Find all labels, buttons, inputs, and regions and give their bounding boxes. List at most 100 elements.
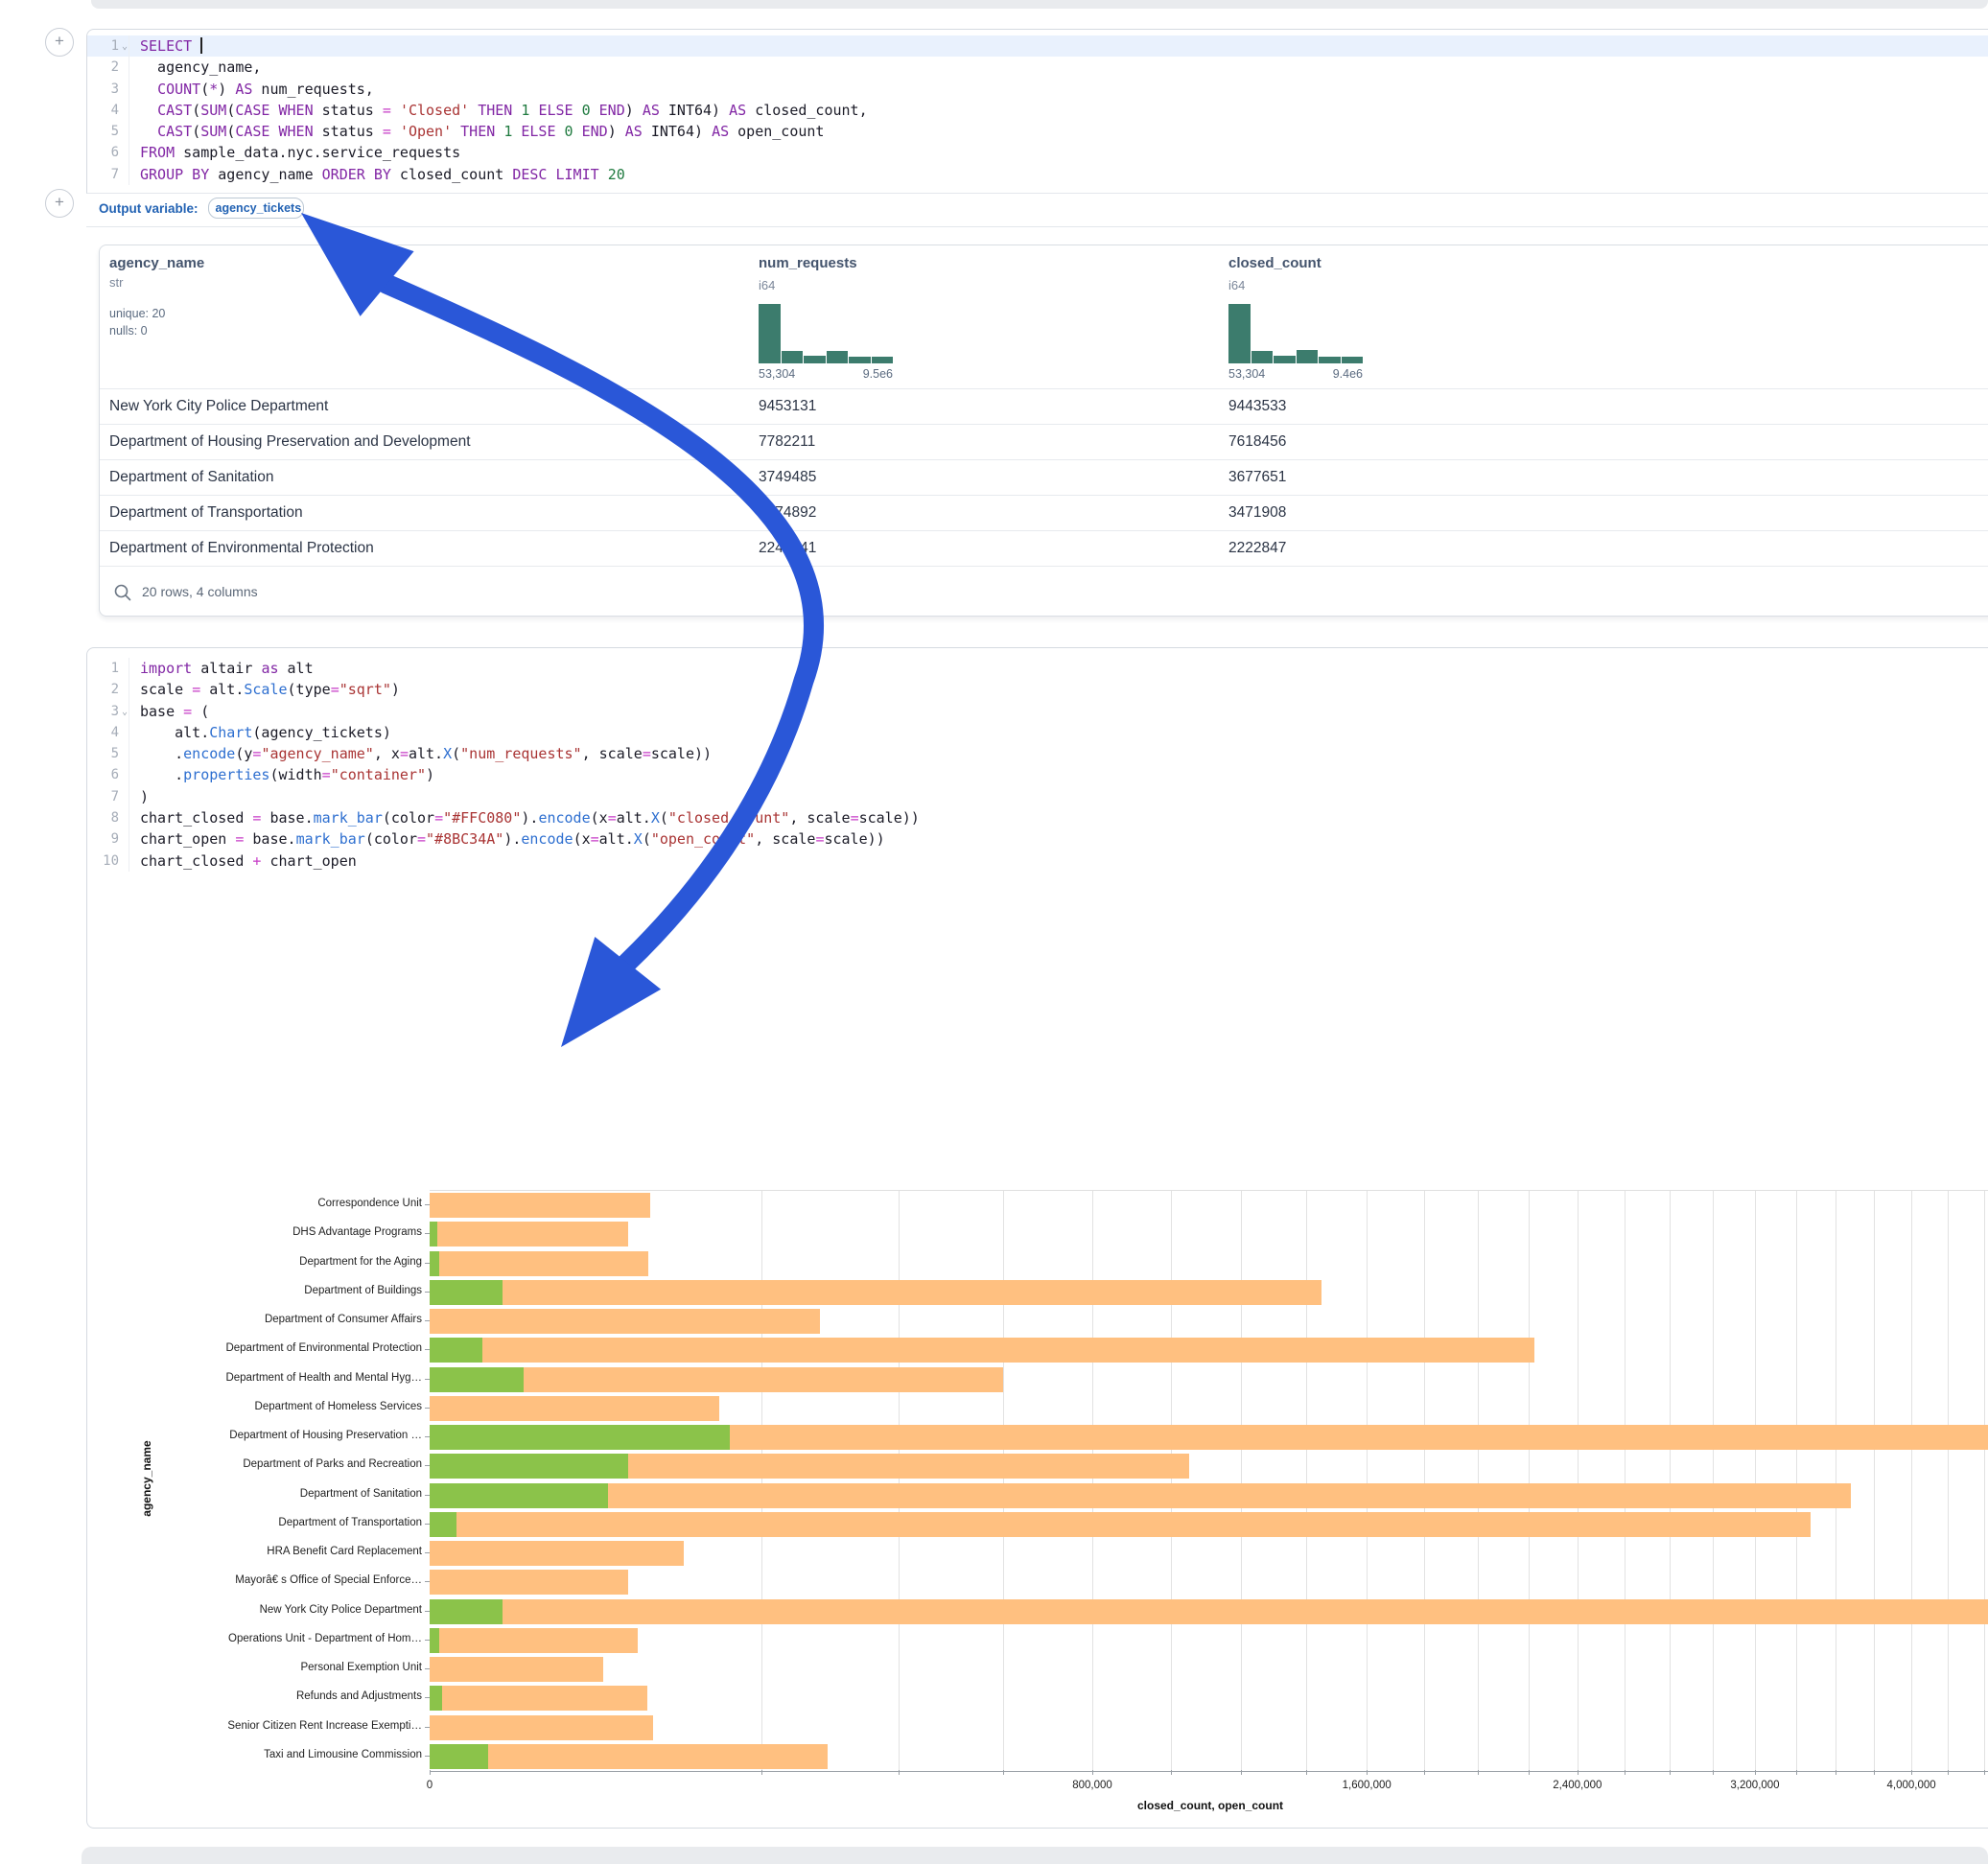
bar-closed-count[interactable] <box>430 1512 1811 1537</box>
cell-closed-count: 9443533 <box>1228 398 1286 415</box>
bar-closed-count[interactable] <box>430 1483 1851 1508</box>
gridline <box>1092 1191 1093 1771</box>
cell-agency-name: Department of Housing Preservation and D… <box>109 433 471 451</box>
bar-closed-count[interactable] <box>430 1628 638 1653</box>
bar-open-count[interactable] <box>430 1280 503 1305</box>
bar-closed-count[interactable] <box>430 1222 628 1247</box>
bar-closed-count[interactable] <box>430 1338 1534 1363</box>
bar-open-count[interactable] <box>430 1222 437 1247</box>
x-tick <box>1796 1770 1797 1775</box>
bar-open-count[interactable] <box>430 1628 439 1653</box>
y-tick <box>425 1320 430 1321</box>
x-tick-label: 1,600,000 <box>1343 1780 1392 1791</box>
y-tick <box>425 1408 430 1409</box>
line-number: 8 <box>87 807 119 828</box>
bar-closed-count[interactable] <box>430 1715 653 1740</box>
bar-closed-count[interactable] <box>430 1541 684 1566</box>
fold-chevron-icon[interactable]: ⌄ <box>122 702 128 723</box>
bar-open-count[interactable] <box>430 1425 730 1450</box>
x-tick <box>1424 1770 1425 1775</box>
code-text: import altair as alt <box>129 658 1988 679</box>
bar-open-count[interactable] <box>430 1367 524 1392</box>
code-line[interactable]: 3⌄base = ( <box>87 701 1988 722</box>
code-line[interactable]: 7) <box>87 786 1988 807</box>
y-tick <box>425 1263 430 1264</box>
bar-closed-count[interactable] <box>430 1657 603 1682</box>
code-line[interactable]: 3 COUNT(*) AS num_requests, <box>87 79 1988 100</box>
y-axis-title: agency_name <box>140 1411 153 1546</box>
result-table: agency_name str unique: 20 nulls: 0 num_… <box>99 245 1988 617</box>
x-tick <box>1003 1770 1004 1775</box>
python-code-editor[interactable]: 1import altair as alt2scale = alt.Scale(… <box>87 658 1988 872</box>
gridline <box>1948 1191 1949 1771</box>
code-line[interactable]: 1import altair as alt <box>87 658 1988 679</box>
y-tick <box>425 1204 430 1205</box>
bar-closed-count[interactable] <box>430 1280 1321 1305</box>
stat-nulls: nulls: 0 <box>109 324 204 338</box>
code-line[interactable]: 5 .encode(y="agency_name", x=alt.X("num_… <box>87 743 1988 764</box>
line-number: 5 <box>87 121 119 142</box>
bar-open-count[interactable] <box>430 1744 488 1769</box>
bar-open-count[interactable] <box>430 1338 482 1363</box>
gridline <box>1529 1191 1530 1771</box>
bar-open-count[interactable] <box>430 1599 503 1624</box>
code-text: .properties(width="container") <box>129 764 1988 785</box>
bar-closed-count[interactable] <box>430 1309 820 1334</box>
bar-chart-plot-area <box>430 1190 1988 1771</box>
table-footer[interactable]: 20 rows, 4 columns <box>100 566 1988 617</box>
code-line[interactable]: 2scale = alt.Scale(type="sqrt") <box>87 679 1988 700</box>
bar-closed-count[interactable] <box>430 1686 647 1711</box>
code-line[interactable]: 1⌄SELECT <box>87 35 1988 57</box>
bar-open-count[interactable] <box>430 1454 628 1479</box>
bar-closed-count[interactable] <box>430 1396 719 1421</box>
code-line[interactable]: 5 CAST(SUM(CASE WHEN status = 'Open' THE… <box>87 121 1988 142</box>
table-row[interactable]: Department of Transportation377489234719… <box>100 495 1988 531</box>
hist-max-label: 9.4e6 <box>1333 367 1363 381</box>
sql-code-editor[interactable]: 1⌄SELECT 2 agency_name,3 COUNT(*) AS num… <box>87 35 1988 185</box>
add-cell-button-top[interactable]: + <box>45 28 74 57</box>
bar-open-count[interactable] <box>430 1483 608 1508</box>
table-row[interactable]: Department of Sanitation37494853677651 <box>100 459 1988 496</box>
code-line[interactable]: 4 alt.Chart(agency_tickets) <box>87 722 1988 743</box>
cell-agency-name: Department of Transportation <box>109 504 303 522</box>
y-tick <box>425 1233 430 1234</box>
x-tick <box>1478 1770 1479 1775</box>
bar-closed-count[interactable] <box>430 1599 1988 1624</box>
code-line[interactable]: 2 agency_name, <box>87 57 1988 78</box>
search-icon[interactable] <box>113 583 132 602</box>
table-row[interactable]: Department of Housing Preservation and D… <box>100 424 1988 460</box>
x-tick <box>1948 1770 1949 1775</box>
x-tick <box>1171 1770 1172 1775</box>
code-line[interactable]: 4 CAST(SUM(CASE WHEN status = 'Closed' T… <box>87 100 1988 121</box>
column-header-agency-name[interactable]: agency_name str unique: 20 nulls: 0 <box>109 255 204 338</box>
code-line[interactable]: 8 chart_closed = base.mark_bar(color="#FF… <box>87 807 1988 828</box>
output-variable-badge[interactable]: agency_tickets <box>208 198 304 219</box>
code-text: COUNT(*) AS num_requests, <box>129 79 1988 100</box>
code-line[interactable]: 6FROM sample_data.nyc.service_requests <box>87 142 1988 163</box>
sql-cell: 1⌄SELECT 2 agency_name,3 COUNT(*) AS num… <box>86 29 1988 194</box>
bar-closed-count[interactable] <box>430 1251 648 1276</box>
gridline <box>1911 1191 1912 1771</box>
gridline <box>1984 1191 1985 1771</box>
fold-chevron-icon[interactable]: ⌄ <box>122 36 128 58</box>
code-line[interactable]: 10chart_closed + chart_open <box>87 850 1988 872</box>
bar-closed-count[interactable] <box>430 1744 828 1769</box>
table-row[interactable]: Department of Environmental Protection22… <box>100 530 1988 567</box>
bar-open-count[interactable] <box>430 1251 439 1276</box>
text-cursor <box>200 37 202 54</box>
code-line[interactable]: 7GROUP BY agency_name ORDER BY closed_co… <box>87 164 1988 185</box>
table-row[interactable]: New York City Police Department945313194… <box>100 388 1988 425</box>
y-tick <box>425 1379 430 1380</box>
bar-open-count[interactable] <box>430 1686 442 1711</box>
bar-open-count[interactable] <box>430 1512 456 1537</box>
add-cell-button-middle[interactable]: + <box>45 189 74 218</box>
code-line[interactable]: 9chart_open = base.mark_bar(color="#8BC3… <box>87 828 1988 850</box>
histogram-bin <box>872 357 894 363</box>
bar-closed-count[interactable] <box>430 1570 628 1595</box>
cell-closed-count: 7618456 <box>1228 433 1286 451</box>
code-text: chart_closed = base.mark_bar(color="#FFC… <box>129 807 1988 828</box>
bar-closed-count[interactable] <box>430 1193 650 1218</box>
code-line[interactable]: 6 .properties(width="container") <box>87 764 1988 785</box>
hist-min-label: 53,304 <box>759 367 795 381</box>
x-axis-title: closed_count, open_count <box>1137 1799 1283 1812</box>
